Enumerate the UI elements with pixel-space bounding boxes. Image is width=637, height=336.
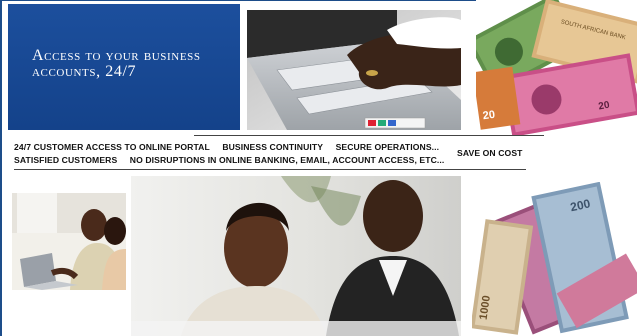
strip-rule-top xyxy=(194,135,544,136)
couple-laptop-illustration xyxy=(12,193,126,290)
couple-laptop-photo xyxy=(12,193,126,290)
banknotes-photo-bottom: 200 1000 xyxy=(472,182,637,336)
banknote-value-20-left: 20 xyxy=(482,109,496,123)
banknotes-illustration-top: SOUTH AFRICAN BANK 20 20 xyxy=(476,0,637,135)
laptop-typing-photo xyxy=(247,10,461,130)
strip-rule-bottom xyxy=(14,169,526,170)
benefit-no-disruptions: NO DISRUPTIONS IN ONLINE BANKING, EMAIL,… xyxy=(129,155,445,165)
benefits-strip: 24/7 CUSTOMER ACCESS TO ONLINE PORTAL BU… xyxy=(14,134,614,174)
save-on-cost: SAVE ON COST xyxy=(457,148,533,158)
business-team-photo xyxy=(131,176,461,336)
benefit-secure-operations: SECURE OPERATIONS... xyxy=(335,142,440,152)
benefit-portal-access: 24/7 CUSTOMER ACCESS TO ONLINE PORTAL xyxy=(14,142,210,152)
banner-headline: Access to your business accounts, 24/7 xyxy=(32,47,201,80)
business-team-illustration xyxy=(131,176,461,336)
benefits-line-1: 24/7 CUSTOMER ACCESS TO ONLINE PORTAL BU… xyxy=(14,142,449,152)
hero-banner: Access to your business accounts, 24/7 xyxy=(8,4,240,130)
benefit-business-continuity: BUSINESS CONTINUITY xyxy=(222,142,324,152)
banknotes-illustration-bottom: 200 1000 xyxy=(472,182,637,336)
laptop-illustration xyxy=(247,10,461,130)
benefit-satisfied-customers: SATISFIED CUSTOMERS xyxy=(14,155,118,165)
save-on-cost-text: SAVE ON COST xyxy=(457,148,523,158)
benefits-line-2: SATISFIED CUSTOMERS NO DISRUPTIONS IN ON… xyxy=(14,155,454,165)
banknotes-photo-top: SOUTH AFRICAN BANK 20 20 xyxy=(476,0,637,135)
